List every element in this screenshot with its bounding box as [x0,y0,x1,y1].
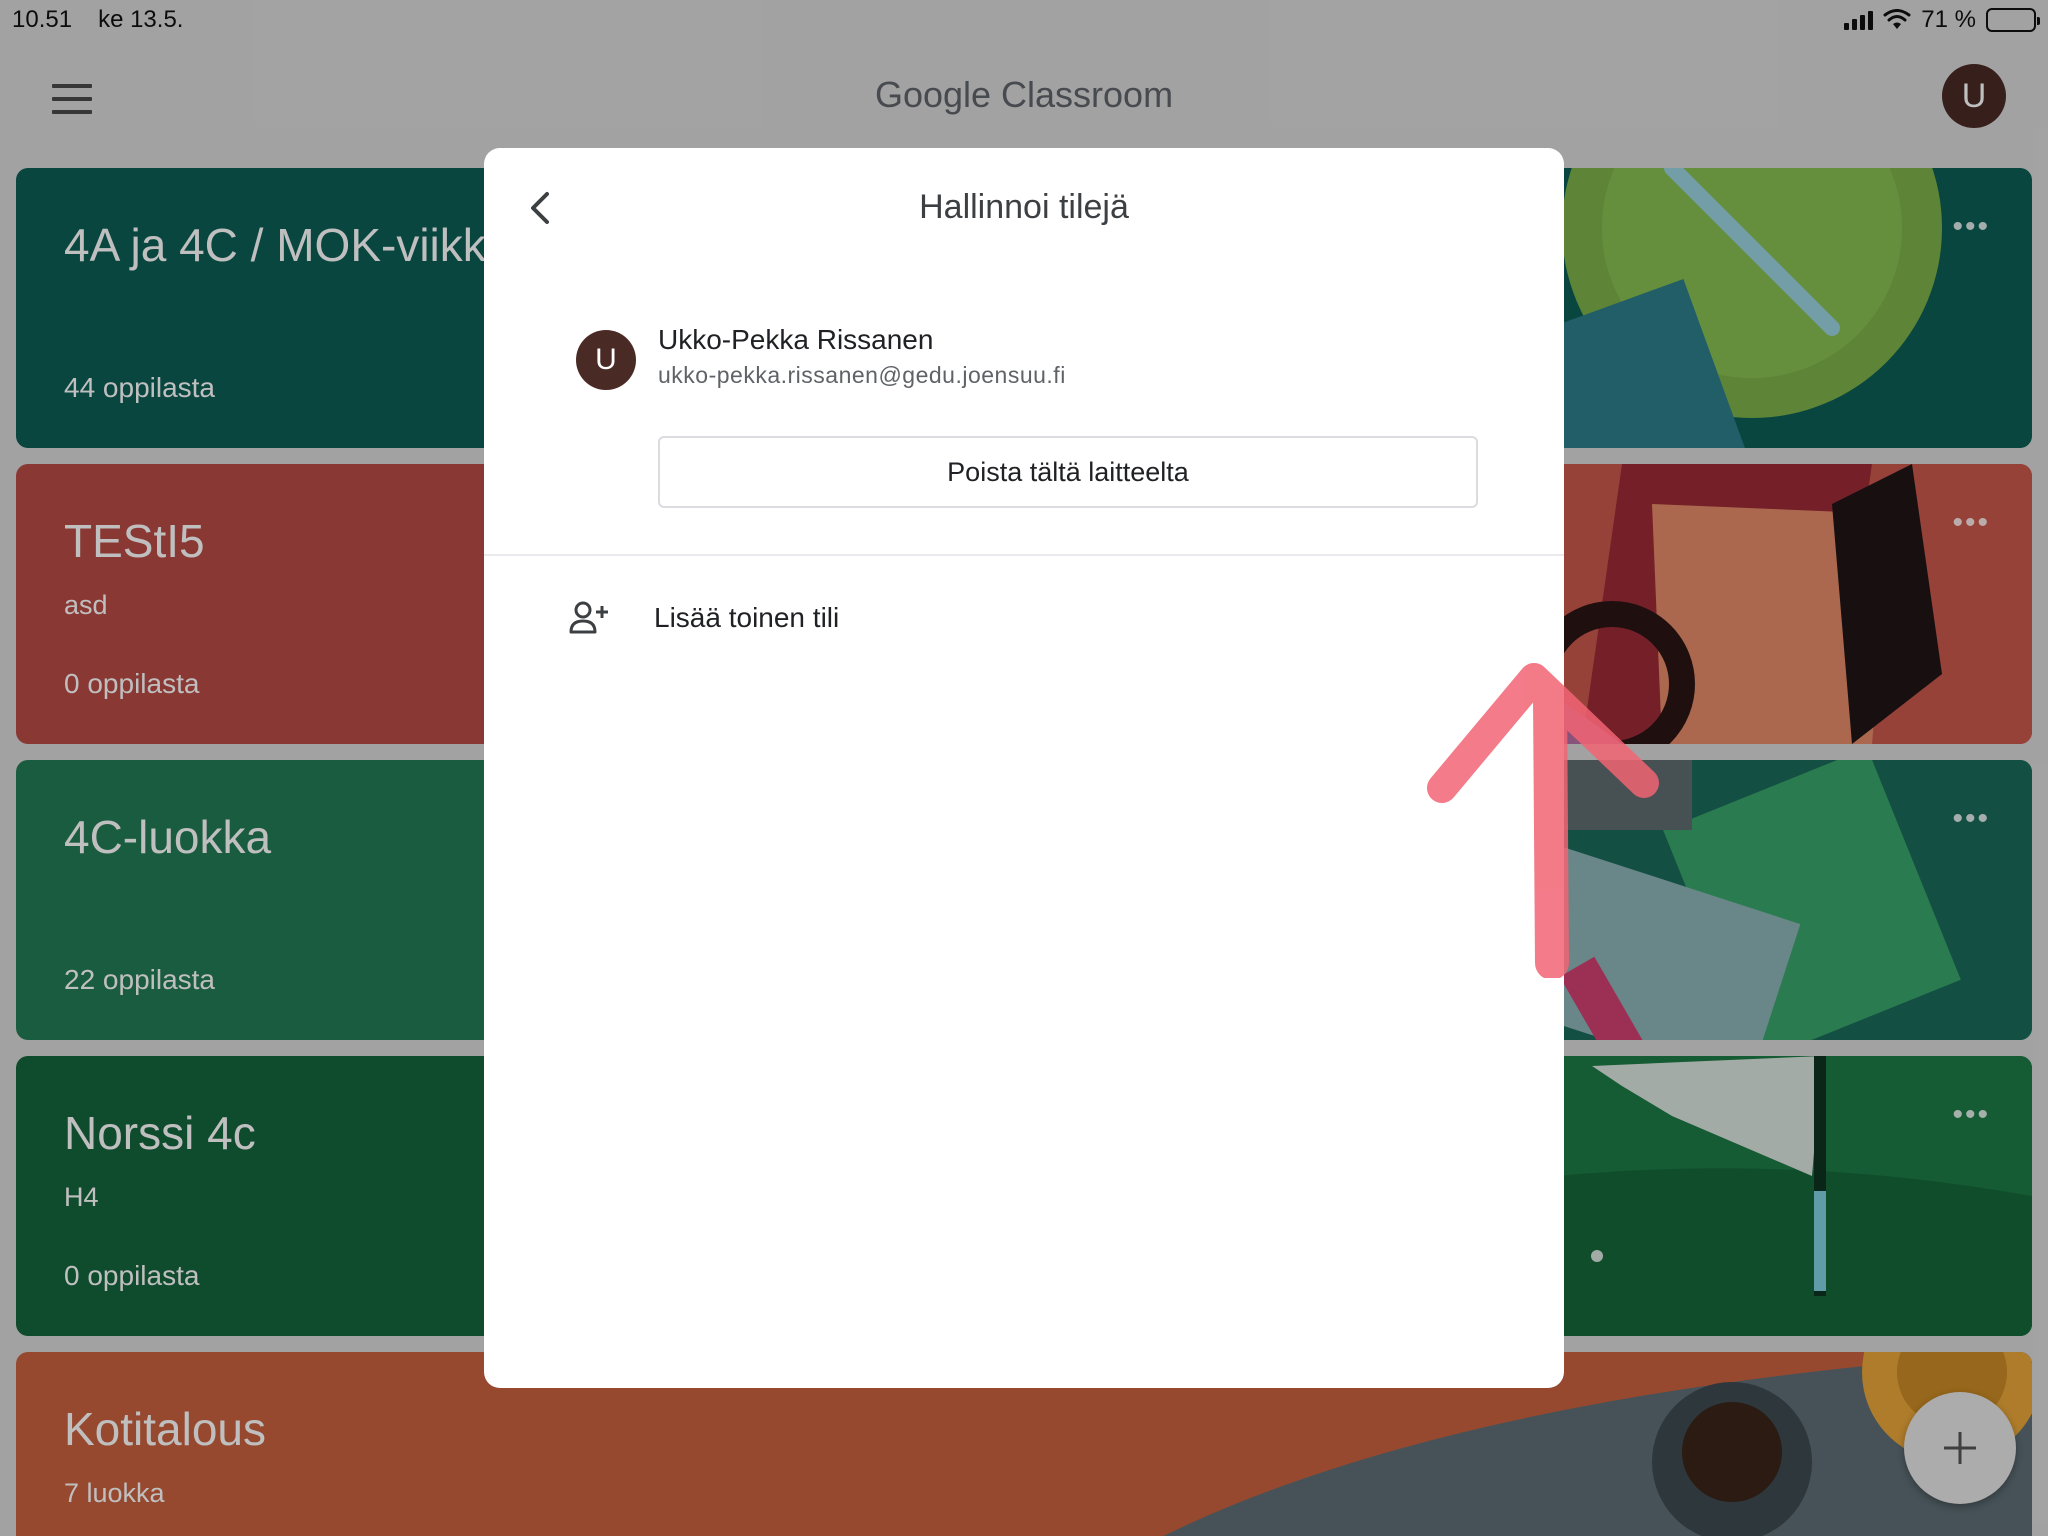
account-name: Ukko-Pekka Rissanen [658,324,934,355]
account-email: ukko-pekka.rissanen@gedu.joensuu.fi [658,362,1066,388]
annotation-arrow [1427,663,1659,978]
person-add-icon [564,592,616,644]
divider [484,554,1564,556]
add-account-label: Lisää toinen tili [654,602,840,633]
add-account-item[interactable]: Lisää toinen tili [544,576,1504,660]
remove-from-device-button[interactable]: Poista tältä laitteelta [658,436,1478,508]
avatar: U [576,330,636,390]
manage-accounts-dialog: Hallinnoi tilejä U Ukko-Pekka Rissanen u… [484,148,1659,1388]
dialog-title: Hallinnoi tilejä [919,188,1129,226]
